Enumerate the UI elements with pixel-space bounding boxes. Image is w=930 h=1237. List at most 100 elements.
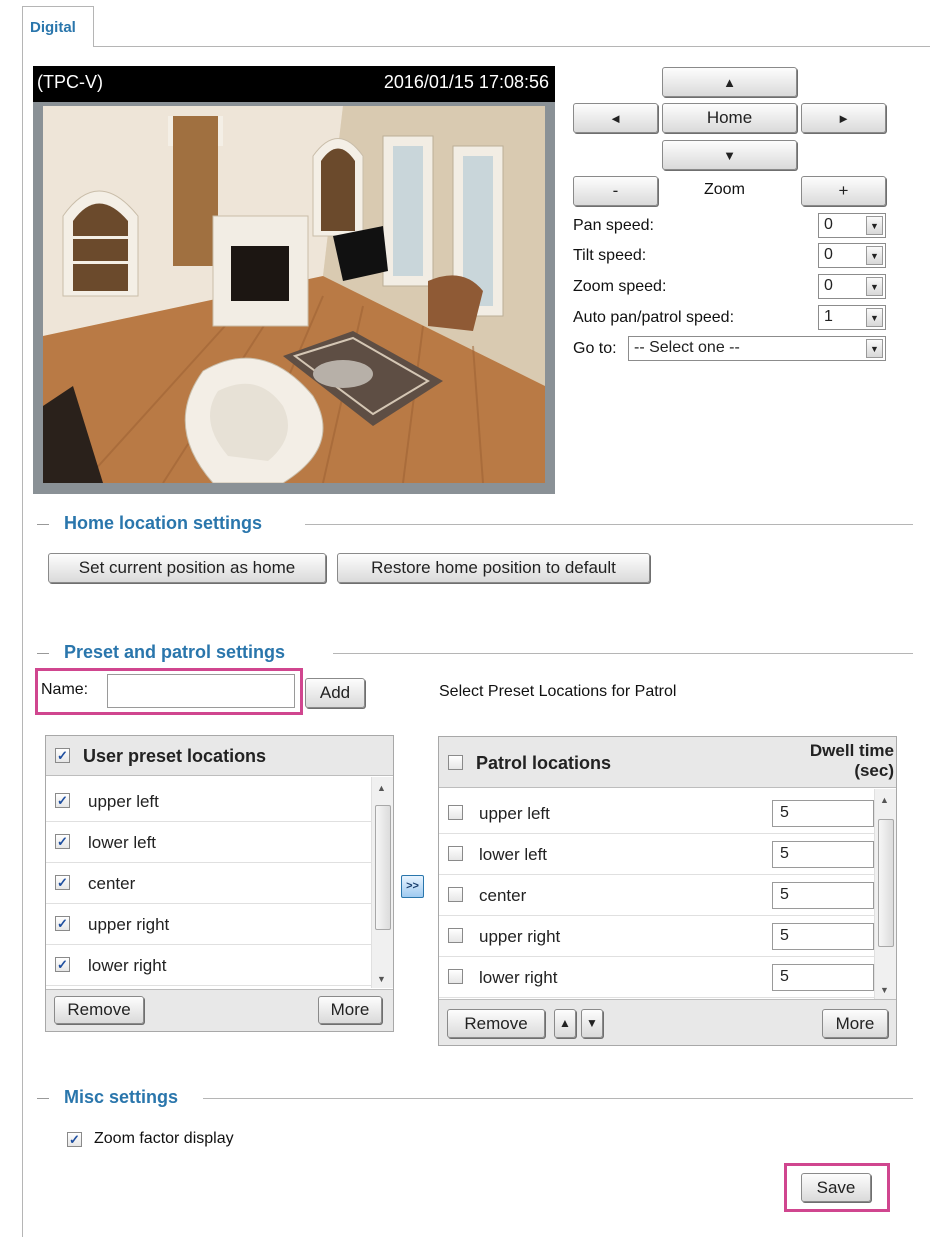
table-row[interactable]: center 5 — [439, 875, 874, 916]
auto-speed-label: Auto pan/patrol speed: — [573, 309, 735, 326]
section-divider — [203, 1098, 913, 1099]
zoom-in-button[interactable]: + — [801, 176, 886, 206]
preset-section-title: Preset and patrol settings — [64, 642, 286, 662]
user-preset-scrollbar[interactable]: ▲ ▼ — [371, 777, 393, 988]
tilt-speed-select[interactable]: 0 ▼ — [818, 243, 886, 268]
section-divider — [333, 653, 913, 654]
set-home-button[interactable]: Set current position as home — [48, 553, 326, 583]
select-all-user-checkbox[interactable]: ✓ — [55, 748, 70, 763]
video-caption-bar: (TPC-V) 2016/01/15 17:08:56 — [33, 66, 555, 102]
name-label: Name: — [41, 681, 89, 698]
user-preset-footer: Remove More — [46, 989, 393, 1031]
item-checkbox[interactable]: ✓ — [55, 957, 70, 972]
dwell-input[interactable]: 5 — [772, 923, 874, 950]
goto-value: -- Select one -- — [634, 339, 740, 356]
restore-home-label: Restore home position to default — [371, 558, 616, 577]
save-label: Save — [816, 1178, 856, 1197]
dwell-time-header: Dwell time (sec) — [810, 741, 894, 781]
item-checkbox[interactable]: ✓ — [55, 793, 70, 808]
item-checkbox[interactable] — [448, 805, 463, 820]
remove-user-preset-button[interactable]: Remove — [54, 996, 144, 1024]
tab-divider — [94, 46, 930, 47]
item-label: upper left — [88, 792, 159, 811]
list-item[interactable]: ✓ upper left — [46, 781, 371, 822]
item-checkbox[interactable] — [448, 969, 463, 984]
list-item[interactable]: ✓ center — [46, 863, 371, 904]
list-item[interactable]: ✓ upper right — [46, 904, 371, 945]
section-dash — [37, 653, 49, 654]
item-checkbox[interactable] — [448, 846, 463, 861]
room-image — [43, 106, 545, 483]
save-button[interactable]: Save — [801, 1173, 871, 1202]
video-timestamp: 2016/01/15 17:08:56 — [383, 72, 549, 92]
pan-speed-select[interactable]: 0 ▼ — [818, 213, 886, 238]
dwell-input[interactable]: 5 — [772, 882, 874, 909]
table-row[interactable]: upper left 5 — [439, 793, 874, 834]
move-up-button[interactable]: ▲ — [554, 1009, 576, 1038]
zoom-speed-value: 0 — [824, 277, 833, 294]
patrol-scrollbar[interactable]: ▲ ▼ — [874, 789, 896, 999]
add-preset-button[interactable]: Add — [305, 678, 365, 708]
dwell-input[interactable]: 5 — [772, 841, 874, 868]
auto-speed-select[interactable]: 1 ▼ — [818, 305, 886, 330]
tilt-up-button[interactable]: ▲ — [662, 67, 797, 97]
zoom-factor-checkbox[interactable]: ✓ — [67, 1132, 82, 1147]
list-item[interactable]: ✓ lower left — [46, 822, 371, 863]
table-row[interactable]: lower left 5 — [439, 834, 874, 875]
item-label: lower left — [88, 833, 157, 852]
move-down-button[interactable]: ▼ — [581, 1009, 603, 1038]
goto-select[interactable]: -- Select one -- ▼ — [628, 336, 886, 361]
tab-digital[interactable]: Digital — [22, 6, 94, 47]
set-home-label: Set current position as home — [78, 558, 296, 577]
misc-section-title: Misc settings — [64, 1087, 179, 1107]
goto-label: Go to: — [573, 340, 617, 357]
left-arrow-icon: ◄ — [609, 111, 622, 126]
frame-border — [22, 46, 23, 1237]
scroll-thumb[interactable] — [878, 819, 894, 947]
home-button[interactable]: Home — [662, 103, 797, 133]
item-checkbox[interactable]: ✓ — [55, 875, 70, 890]
table-row[interactable]: upper right 5 — [439, 916, 874, 957]
dwell-header-line1: Dwell time — [809, 741, 894, 760]
scroll-up-icon[interactable]: ▲ — [880, 795, 889, 805]
tilt-down-button[interactable]: ▼ — [662, 140, 797, 170]
remove-patrol-button[interactable]: Remove — [447, 1009, 545, 1038]
move-up-icon: ▲ — [559, 1016, 571, 1030]
patrol-footer: Remove ▲ ▼ More — [439, 999, 896, 1045]
item-label: lower left — [479, 845, 548, 864]
item-label: upper right — [88, 915, 170, 934]
pan-right-button[interactable]: ► — [801, 103, 886, 133]
pan-speed-label: Pan speed: — [573, 217, 654, 234]
zoom-speed-label: Zoom speed: — [573, 278, 667, 295]
zoom-factor-label: Zoom factor display — [94, 1130, 234, 1147]
up-arrow-icon: ▲ — [723, 75, 736, 90]
item-label: lower right — [479, 968, 558, 987]
item-checkbox[interactable] — [448, 928, 463, 943]
home-section-title: Home location settings — [64, 513, 263, 533]
item-label: center — [479, 886, 527, 905]
list-item[interactable]: ✓ lower right — [46, 945, 371, 986]
patrol-header: Patrol locations Dwell time (sec) — [439, 737, 896, 788]
dwell-input[interactable]: 5 — [772, 800, 874, 827]
home-label: Home — [706, 108, 753, 127]
add-to-patrol-button[interactable]: >> — [401, 875, 424, 898]
item-checkbox[interactable]: ✓ — [55, 916, 70, 931]
pan-left-button[interactable]: ◄ — [573, 103, 658, 133]
select-all-patrol-checkbox[interactable] — [448, 755, 463, 770]
live-video-image[interactable] — [43, 106, 545, 483]
item-checkbox[interactable]: ✓ — [55, 834, 70, 849]
item-checkbox[interactable] — [448, 887, 463, 902]
table-row[interactable]: lower right 5 — [439, 957, 874, 998]
scroll-down-icon[interactable]: ▼ — [377, 974, 386, 984]
zoom-speed-select[interactable]: 0 ▼ — [818, 274, 886, 299]
more-patrol-button[interactable]: More — [822, 1009, 888, 1038]
scroll-down-icon[interactable]: ▼ — [880, 985, 889, 995]
restore-home-button[interactable]: Restore home position to default — [337, 553, 650, 583]
zoom-out-button[interactable]: - — [573, 176, 658, 206]
chevron-down-icon: ▼ — [866, 277, 883, 296]
dwell-input[interactable]: 5 — [772, 964, 874, 991]
more-user-preset-button[interactable]: More — [318, 996, 382, 1024]
preset-name-input[interactable] — [107, 674, 295, 708]
scroll-up-icon[interactable]: ▲ — [377, 783, 386, 793]
scroll-thumb[interactable] — [375, 805, 391, 930]
